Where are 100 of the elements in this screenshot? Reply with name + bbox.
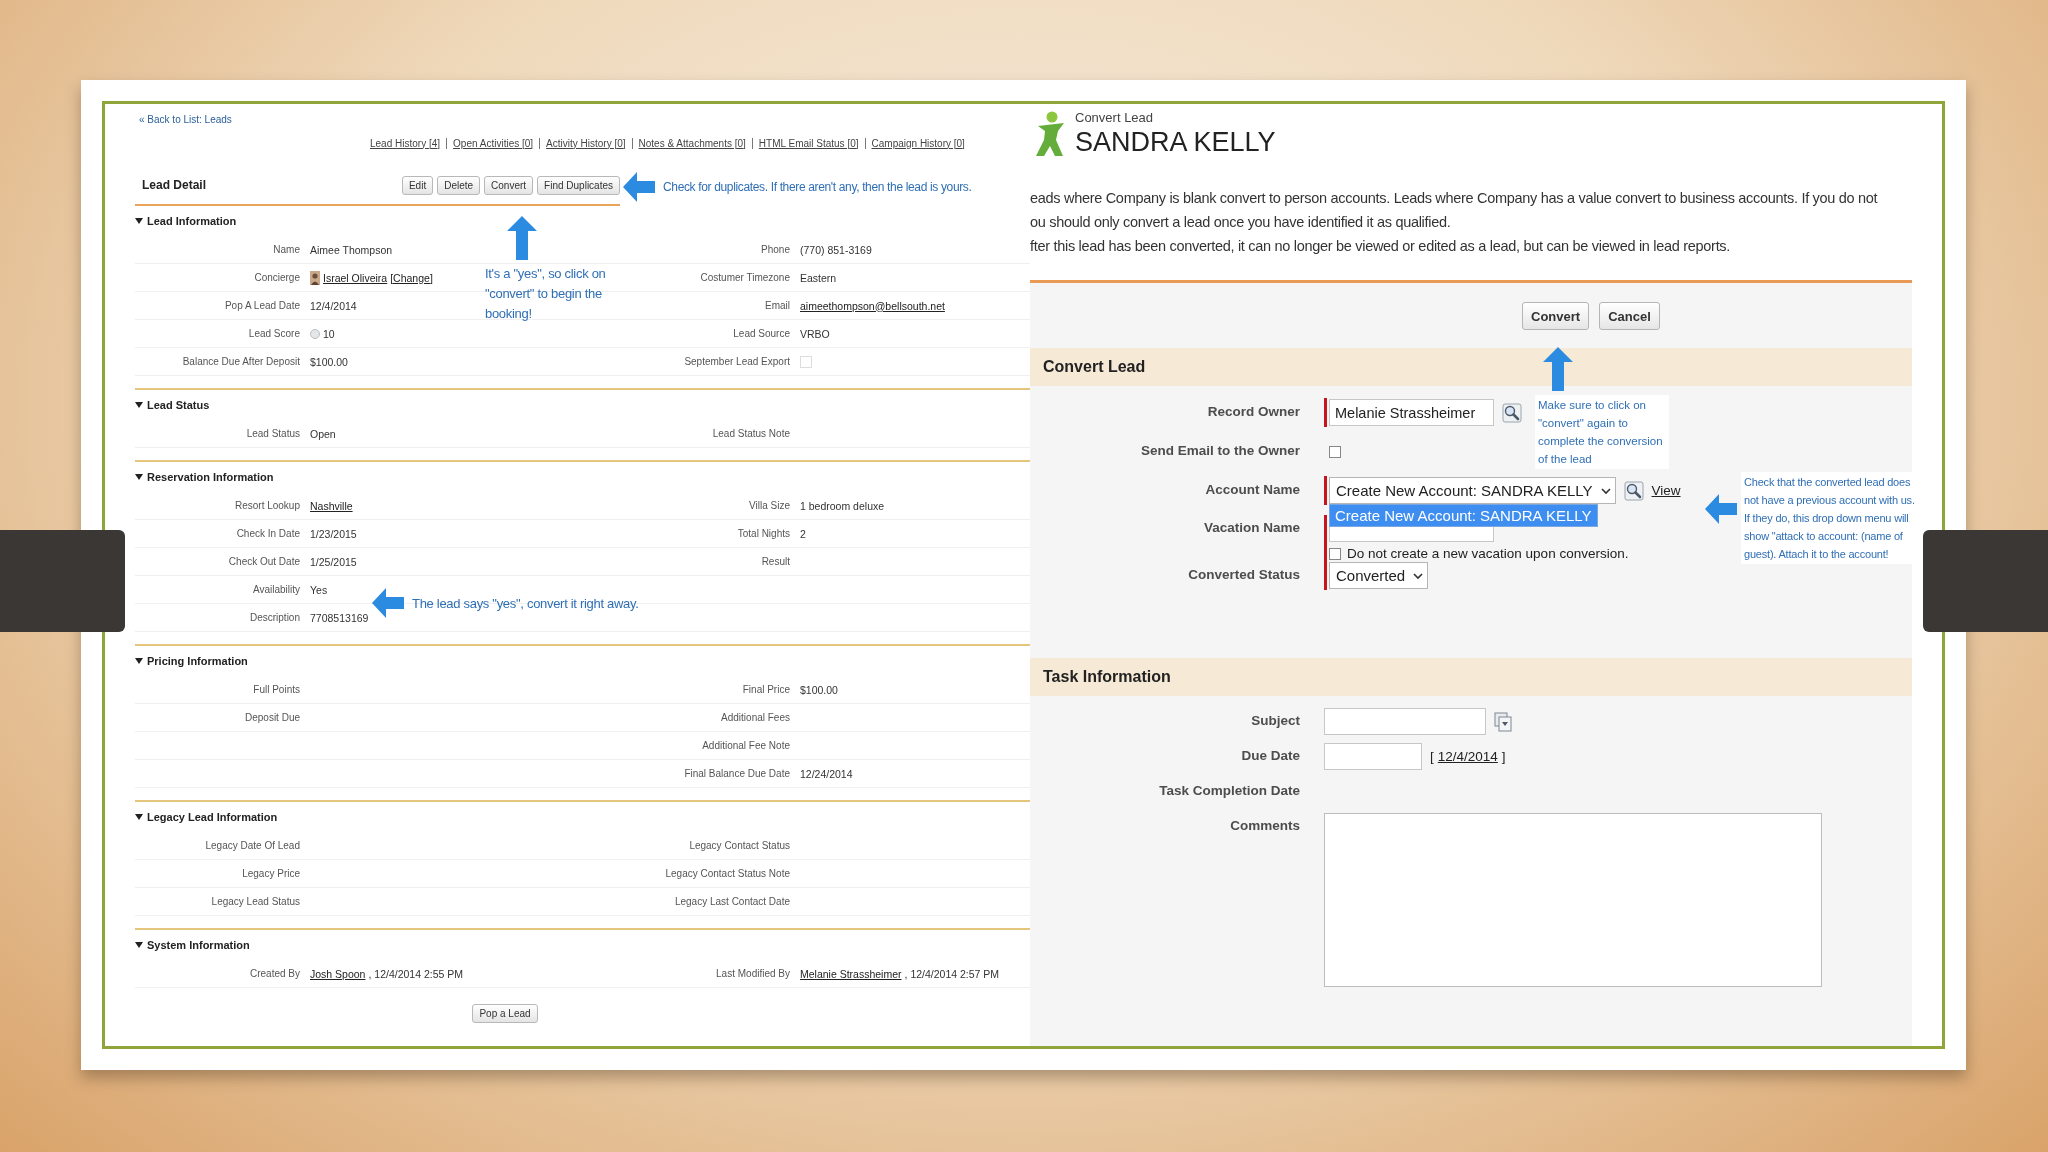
subject-field[interactable] (1324, 708, 1486, 735)
field-label: Subject (1250, 712, 1300, 728)
field-label: Legacy Last Contact Date (673, 896, 790, 907)
field-link[interactable]: Josh Spoon (310, 967, 366, 980)
field-label: Legacy Contact Status Note (664, 868, 790, 879)
field-label: Pop A Lead Date (223, 300, 300, 311)
field-label: Additional Fee Note (701, 740, 790, 751)
field-label: Created By (248, 968, 300, 979)
related-link[interactable]: HTML Email Status [0] (758, 137, 859, 149)
field-value: , 12/4/2014 2:57 PM (904, 967, 1000, 980)
search-icon[interactable] (1623, 480, 1644, 501)
annotation-text: Check for duplicates. If there aren't any, then the lead is yours. (663, 180, 972, 194)
field-value: $100.00 (310, 355, 348, 368)
toolbar-button[interactable]: Convert (484, 175, 534, 195)
note-text: fter this lead has been converted, it can no longer be viewed or edited as a lead, but can be viewed in lead reports. (1030, 237, 1732, 256)
checkbox[interactable] (1329, 445, 1341, 458)
toolbar-button[interactable]: Edit (401, 175, 434, 195)
field-label: September Lead Export (683, 356, 790, 367)
date-link[interactable]: 12/4/2014 (1437, 749, 1498, 764)
field-value: 2 (800, 527, 806, 540)
toolbar-button[interactable]: Find Duplicates (537, 175, 620, 195)
field-label: Check Out Date (227, 556, 300, 567)
related-link[interactable]: Campaign History [0] (871, 137, 965, 149)
annotation-text: The lead says "yes", convert it right away. (412, 595, 639, 611)
checkbox-label: Do not create a new vacation upon conversion. (1347, 546, 1629, 561)
field-value: 1 bedroom deluxe (800, 499, 885, 512)
back-link[interactable]: « Back to List: Leads (139, 114, 232, 130)
date-field[interactable] (1324, 743, 1422, 770)
field-label: Availability (251, 584, 300, 595)
field-label: Legacy Lead Status (210, 896, 300, 907)
field-link[interactable]: Nashville (310, 499, 353, 512)
field-label: Lead Status Note (711, 428, 790, 439)
collapse-triangle-icon[interactable] (135, 657, 143, 665)
related-link[interactable]: Lead History [4] (370, 137, 441, 149)
field-value: , 12/4/2014 2:55 PM (368, 967, 464, 980)
page-title: SANDRA KELLY (1075, 127, 1276, 158)
collapse-triangle-icon[interactable] (135, 217, 143, 225)
collapse-triangle-icon[interactable] (135, 473, 143, 481)
field-label: Task Completion Date (1158, 782, 1300, 798)
checkbox[interactable] (1329, 547, 1341, 560)
field-label: Legacy Price (241, 868, 300, 879)
search-icon[interactable] (1502, 402, 1522, 423)
field-label: Last Modified By (715, 968, 790, 979)
annotation-text: It's a "yes", so click on "convert" to begin the booking! (485, 265, 607, 323)
field-label: Resort Lookup (233, 500, 300, 511)
section-header: Convert Lead (1030, 348, 1912, 386)
field-link[interactable]: Melanie Strassheimer (800, 967, 902, 980)
collapse-triangle-icon[interactable] (135, 941, 143, 949)
field-label: Due Date (1240, 747, 1300, 763)
field-value: 10 (323, 327, 335, 340)
field-value: $100.00 (800, 683, 838, 696)
field-label: Lead Status (245, 428, 300, 439)
change-link[interactable]: [Change] (390, 271, 433, 284)
section-title: Pricing Information (147, 655, 248, 667)
field-label: Full Points (252, 684, 300, 695)
field-label: Lead Source (732, 328, 790, 339)
note-text: ou should only convert a lead once you have identified it as qualified. (1030, 213, 1452, 232)
annotation-text: Make sure to click on "convert" again to complete the conversion of the lead (1535, 395, 1669, 469)
field-label: Converted Status (1187, 566, 1300, 582)
lookup-field[interactable]: Melanie Strassheimer (1329, 399, 1494, 426)
field-label: Concierge (253, 272, 300, 283)
collapse-triangle-icon[interactable] (135, 401, 143, 409)
section-header: Task Information (1030, 658, 1912, 696)
chevron-icon (1600, 486, 1611, 495)
dropdown[interactable]: Create New Account: SANDRA KELLY (1329, 477, 1616, 504)
dropdown[interactable]: Converted (1329, 562, 1429, 589)
left-arrow-icon (372, 588, 404, 618)
field-value: Aimee Thompson (310, 243, 393, 256)
field-label: Result (760, 556, 790, 567)
comments-field[interactable] (1324, 813, 1822, 987)
field-value: 1/23/2015 (310, 527, 357, 540)
view-link[interactable]: View (1651, 483, 1681, 498)
bracket-text: [ (1430, 749, 1434, 764)
up-arrow-icon (507, 216, 537, 260)
bracket-text: ] (1501, 749, 1506, 764)
related-link[interactable]: Activity History [0] (546, 137, 626, 149)
toolbar-button[interactable]: Delete (437, 175, 481, 195)
field-label: Costumer Timezone (699, 272, 790, 283)
collapse-triangle-icon[interactable] (135, 813, 143, 821)
field-label: Legacy Date Of Lead (204, 840, 300, 851)
field-label: Description (248, 612, 300, 623)
field-value: VRBO (800, 327, 830, 340)
field-link[interactable]: aimeethompson@bellsouth.net (800, 299, 945, 312)
form-button[interactable]: Convert (1522, 302, 1590, 330)
field-label: Deposit Due (243, 712, 300, 723)
related-link[interactable]: Open Activities [0] (453, 137, 534, 149)
field-label: Comments (1229, 817, 1300, 833)
form-button[interactable]: Cancel (1599, 302, 1660, 330)
section-title: Reservation Information (147, 471, 274, 483)
field-label: Villa Size (748, 500, 790, 511)
field-value: 1/25/2015 (310, 555, 357, 568)
field-label: Additional Fees (720, 712, 790, 723)
up-arrow-icon (1543, 347, 1573, 391)
related-link[interactable]: Notes & Attachments [0] (638, 137, 746, 149)
pop-lead-button[interactable]: Pop a Lead (472, 1004, 538, 1023)
picklist-icon[interactable] (1494, 711, 1512, 732)
field-link[interactable]: Israel Oliveira (323, 271, 388, 284)
field-label: Send Email to the Owner (1139, 442, 1300, 458)
field-value: Open (310, 427, 336, 440)
field-value: (770) 851-3169 (800, 243, 872, 256)
